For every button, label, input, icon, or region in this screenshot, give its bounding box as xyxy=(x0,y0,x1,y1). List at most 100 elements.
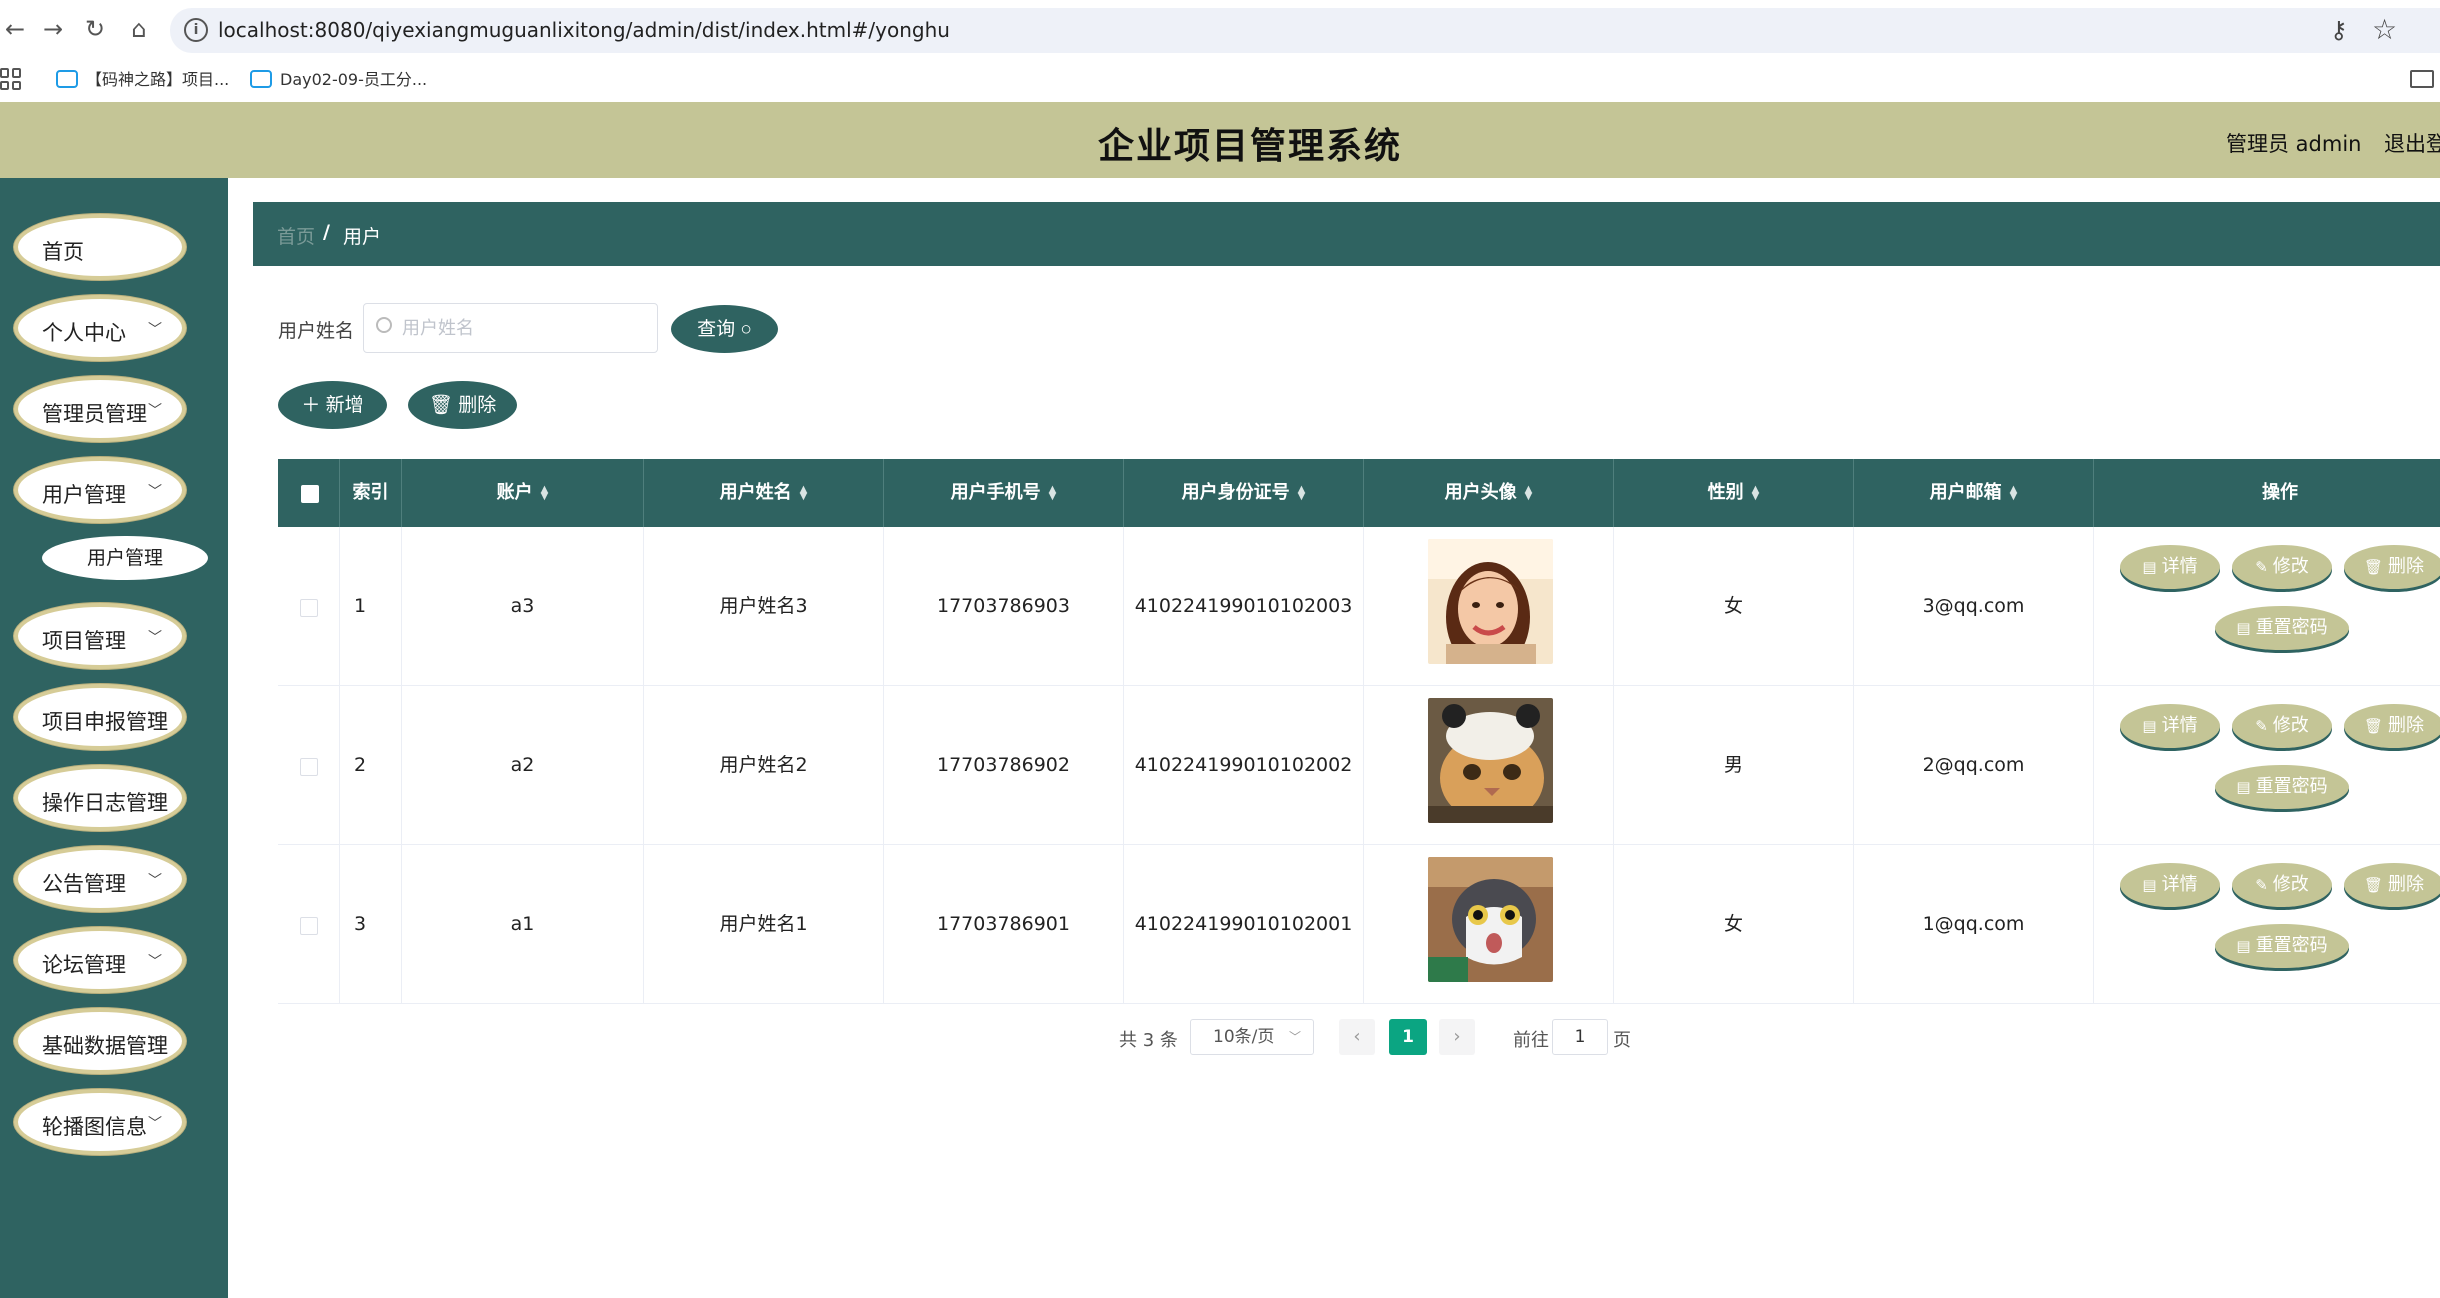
sidebar-item-personal-center[interactable]: 个人中心 ﹀ xyxy=(14,295,186,361)
avatar xyxy=(1428,539,1553,664)
edit-button[interactable]: ✎ 修改 xyxy=(2232,704,2332,748)
avatar xyxy=(1428,698,1553,823)
row-checkbox[interactable] xyxy=(300,599,318,617)
edit-button[interactable]: ✎ 修改 xyxy=(2232,545,2332,589)
document-icon: ▤ xyxy=(2236,937,2251,955)
delete-button[interactable]: 🗑 删除 xyxy=(2344,863,2440,907)
detail-button[interactable]: ▤ 详情 xyxy=(2120,545,2220,589)
apps-grid-icon[interactable] xyxy=(0,68,22,90)
select-all-checkbox[interactable] xyxy=(301,485,319,503)
sidebar-item-basic-data[interactable]: 基础数据管理 ﹀ xyxy=(14,1008,186,1074)
sidebar-item-operation-log[interactable]: 操作日志管理 ﹀ xyxy=(14,765,186,831)
table-row: 2 a2 用户姓名2 17703786902 41022419901010200… xyxy=(278,686,2440,845)
bookmark-1[interactable]: 【码神之路】项目... xyxy=(56,66,229,90)
cell-name: 用户姓名1 xyxy=(644,845,884,1004)
cell-gender: 女 xyxy=(1614,527,1854,686)
sort-icon[interactable]: ▲ ▼ xyxy=(1049,485,1057,502)
table-header: 索引 账户 ▲ ▼ 用户姓名 ▲ ▼ 用户手机号 ▲ ▼ 用户身份证号 ▲ ▼ 用户头像 ▲ ▼ 性… xyxy=(278,459,2440,527)
trash-icon: 🗑 xyxy=(2363,558,2384,576)
next-page-button[interactable]: › xyxy=(1439,1019,1475,1055)
sidebar-item-label: 项目管理 xyxy=(42,629,126,653)
sort-icon[interactable]: ▲ ▼ xyxy=(800,485,808,502)
goto-label: 前往 xyxy=(1513,1030,1549,1051)
column-header-name[interactable]: 用户姓名 ▲ ▼ xyxy=(644,459,884,527)
column-header-gender[interactable]: 性别 ▲ ▼ xyxy=(1614,459,1854,527)
bookmark-star-icon[interactable]: ☆ xyxy=(2372,13,2397,46)
add-button[interactable]: ＋ 新增 xyxy=(278,381,387,429)
forward-icon[interactable]: → xyxy=(38,14,68,44)
page-number-current[interactable]: 1 xyxy=(1389,1019,1427,1055)
page-size-select[interactable]: 10条/页 ﹀ xyxy=(1190,1019,1314,1055)
sidebar-item-label: 首页 xyxy=(42,240,84,264)
document-icon: ▤ xyxy=(2236,619,2251,637)
sidebar-item-label: 用户管理 xyxy=(42,483,126,507)
sort-icon[interactable]: ▲ ▼ xyxy=(1752,485,1760,502)
column-header-avatar[interactable]: 用户头像 ▲ ▼ xyxy=(1364,459,1614,527)
chevron-down-icon: ﹀ xyxy=(148,792,162,808)
cell-phone: 17703786903 xyxy=(884,527,1124,686)
sort-icon[interactable]: ▲ ▼ xyxy=(541,485,549,502)
query-button[interactable]: 查询 ○ xyxy=(671,305,778,353)
password-key-icon[interactable]: ⚷ xyxy=(2330,16,2348,44)
detail-button[interactable]: ▤ 详情 xyxy=(2120,704,2220,748)
sidebar-item-project-management[interactable]: 项目管理 ﹀ xyxy=(14,603,186,669)
chevron-down-icon: ﹀ xyxy=(148,484,162,500)
reload-icon[interactable]: ↻ xyxy=(80,14,110,44)
delete-button[interactable]: 🗑 删除 xyxy=(2344,545,2440,589)
column-header-id-card[interactable]: 用户身份证号 ▲ ▼ xyxy=(1124,459,1364,527)
pencil-icon: ✎ xyxy=(2255,876,2268,894)
pencil-icon: ✎ xyxy=(2255,558,2268,576)
url-text[interactable]: localhost:8080/qiyexiangmuguanlixitong/a… xyxy=(218,18,950,42)
submenu-item-user-management[interactable]: 用户管理 xyxy=(42,536,208,580)
document-icon: ▤ xyxy=(2236,778,2251,796)
logout-link[interactable]: 退出登 xyxy=(2384,128,2440,158)
cell-email: 3@qq.com xyxy=(1854,527,2094,686)
column-header-account[interactable]: 账户 ▲ ▼ xyxy=(402,459,644,527)
column-header-index: 索引 xyxy=(340,459,402,527)
sidebar: 首页 个人中心 ﹀ 管理员管理 ﹀ 用户管理 ﹀ 用户管理 项目管理 ﹀ 项目申报管理 ﹀… xyxy=(0,178,228,1298)
sidebar-item-forum[interactable]: 论坛管理 ﹀ xyxy=(14,927,186,993)
sidebar-item-admin-management[interactable]: 管理员管理 ﹀ xyxy=(14,376,186,442)
address-bar[interactable]: i localhost:8080/qiyexiangmuguanlixitong… xyxy=(170,8,2440,53)
prev-page-button[interactable]: ‹ xyxy=(1339,1019,1375,1055)
column-header-phone[interactable]: 用户手机号 ▲ ▼ xyxy=(884,459,1124,527)
bookmarks-bar: 【码神之路】项目... Day02-09-员工分... xyxy=(0,60,2440,100)
reset-password-button[interactable]: ▤ 重置密码 xyxy=(2215,765,2349,809)
cell-phone: 17703786902 xyxy=(884,686,1124,845)
avatar xyxy=(1428,857,1553,982)
detail-button[interactable]: ▤ 详情 xyxy=(2120,863,2220,907)
home-icon[interactable]: ⌂ xyxy=(124,14,154,44)
reset-password-button[interactable]: ▤ 重置密码 xyxy=(2215,924,2349,968)
bookmark-2[interactable]: Day02-09-员工分... xyxy=(250,66,427,90)
bookmarks-folder-icon[interactable] xyxy=(2410,70,2434,88)
sort-icon[interactable]: ▲ ▼ xyxy=(2010,485,2018,502)
goto-page-input[interactable]: 1 xyxy=(1552,1019,1608,1055)
reset-password-button[interactable]: ▤ 重置密码 xyxy=(2215,606,2349,650)
sidebar-item-label: 轮播图信息 xyxy=(42,1115,147,1139)
search-input[interactable] xyxy=(400,312,640,344)
trash-icon: 🗑 xyxy=(2363,876,2384,894)
table-row: 3 a1 用户姓名1 17703786901 41022419901010200… xyxy=(278,845,2440,1004)
delete-button[interactable]: 🗑 删除 xyxy=(2344,704,2440,748)
cell-account: a2 xyxy=(402,686,644,845)
sort-icon[interactable]: ▲ ▼ xyxy=(1298,485,1306,502)
sidebar-item-announcement[interactable]: 公告管理 ﹀ xyxy=(14,846,186,912)
column-header-email[interactable]: 用户邮箱 ▲ ▼ xyxy=(1854,459,2094,527)
cell-index: 3 xyxy=(340,845,402,1004)
edit-button[interactable]: ✎ 修改 xyxy=(2232,863,2332,907)
bilibili-icon xyxy=(56,70,78,88)
sidebar-item-carousel[interactable]: 轮播图信息 ﹀ xyxy=(14,1089,186,1155)
sidebar-item-project-application[interactable]: 项目申报管理 ﹀ xyxy=(14,684,186,750)
row-checkbox[interactable] xyxy=(300,917,318,935)
row-checkbox[interactable] xyxy=(300,758,318,776)
sort-icon[interactable]: ▲ ▼ xyxy=(1525,485,1533,502)
batch-delete-button[interactable]: 🗑 删除 xyxy=(408,381,517,429)
app-title: 企业项目管理系统 xyxy=(1097,126,1402,167)
chevron-down-icon: ﹀ xyxy=(148,954,162,970)
back-icon[interactable]: ← xyxy=(0,14,30,44)
site-info-icon[interactable]: i xyxy=(184,18,208,42)
sidebar-item-user-management[interactable]: 用户管理 ﹀ xyxy=(14,457,186,523)
sidebar-item-home[interactable]: 首页 xyxy=(14,214,186,280)
chevron-down-icon: ﹀ xyxy=(148,873,162,889)
breadcrumb-home[interactable]: 首页 xyxy=(277,222,315,249)
